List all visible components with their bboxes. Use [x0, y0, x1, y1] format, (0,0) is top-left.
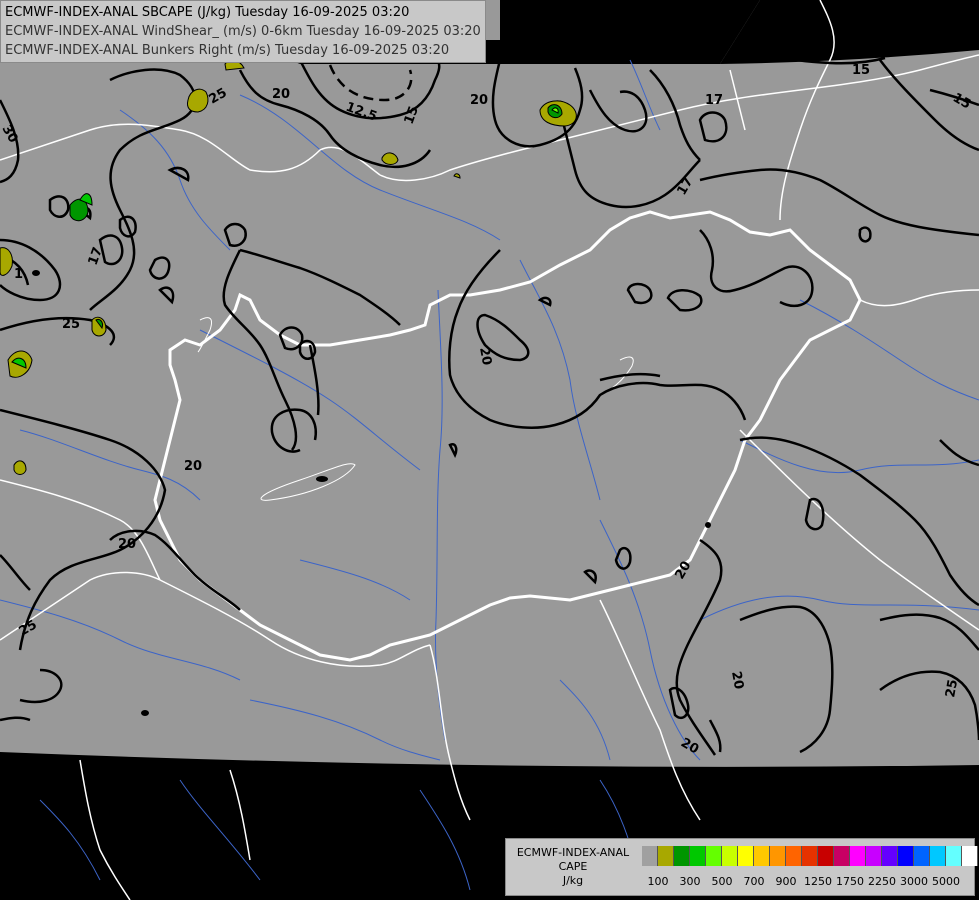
- legend-swatch: [898, 846, 914, 866]
- legend-swatch: [706, 846, 722, 866]
- legend-label-unit: J/kg: [562, 874, 584, 887]
- legend-tick-label: 2250: [868, 875, 896, 888]
- contour-label: 20: [470, 93, 488, 108]
- header-line-sbcape: ECMWF-INDEX-ANAL SBCAPE (J/kg) Tuesday 1…: [5, 5, 410, 20]
- contour-label: 20: [272, 87, 290, 102]
- contour-label: 25: [62, 317, 80, 332]
- outside-top-left: [500, 0, 760, 64]
- legend-swatch: [930, 846, 946, 866]
- contour-label: 20: [728, 670, 746, 690]
- legend-swatch: [818, 846, 834, 866]
- legend-swatch: [738, 846, 754, 866]
- legend-label-model: ECMWF-INDEX-ANAL: [516, 846, 630, 859]
- header-line-bunkers: ECMWF-INDEX-ANAL Bunkers Right (m/s) Tue…: [5, 43, 450, 58]
- map-header: ECMWF-INDEX-ANAL SBCAPE (J/kg) Tuesday 1…: [0, 0, 486, 63]
- legend-swatch: [946, 846, 962, 866]
- legend-swatch: [866, 846, 882, 866]
- legend-ticks: 100 300 500 700 900 1250 1750 2250 3000 5000: [642, 875, 976, 889]
- legend-swatch: [882, 846, 898, 866]
- legend-label: ECMWF-INDEX-ANAL CAPE J/kg: [506, 846, 640, 888]
- legend-swatch: [770, 846, 786, 866]
- contour-label: 17: [705, 93, 723, 108]
- legend-tick-label: 1750: [836, 875, 864, 888]
- legend-tick-label: 900: [775, 875, 797, 888]
- legend-swatch: [802, 846, 818, 866]
- legend-tick-label: 500: [711, 875, 733, 888]
- legend-swatch: [690, 846, 706, 866]
- contour-label: 20: [476, 346, 494, 366]
- legend-swatch: [754, 846, 770, 866]
- legend-swatch: [850, 846, 866, 866]
- legend-tick-label: 1250: [804, 875, 832, 888]
- legend-swatch: [834, 846, 850, 866]
- legend-swatch: [786, 846, 802, 866]
- header-line-windshear: ECMWF-INDEX-ANAL WindShear_ (m/s) 0-6km …: [5, 24, 481, 39]
- contour-label: 15: [852, 63, 870, 78]
- weather-map: 30 25 20 12.5 15 20 17 15 15 17 17 1 25 …: [0, 0, 979, 900]
- legend-tick-label: 100: [647, 875, 669, 888]
- legend-tick-label: 3000: [900, 875, 928, 888]
- legend-tick-label: 700: [743, 875, 765, 888]
- legend-swatch: [722, 846, 738, 866]
- legend-tick-label: 5000: [932, 875, 960, 888]
- legend-tick-label: 300: [679, 875, 701, 888]
- contour-label: 20: [184, 459, 202, 474]
- contour-label: 20: [118, 537, 136, 552]
- legend-label-param: CAPE: [558, 860, 588, 873]
- legend-swatch: [962, 846, 978, 866]
- contour-label: 25: [943, 678, 961, 698]
- legend-swatch: [674, 846, 690, 866]
- contour-label: 1: [14, 267, 23, 282]
- legend-swatch: [914, 846, 930, 866]
- legend-swatch: [658, 846, 674, 866]
- legend-swatch: [642, 846, 658, 866]
- cape-legend: ECMWF-INDEX-ANAL CAPE J/kg 100 300 500 700 9…: [505, 838, 978, 896]
- legend-color-bar: [642, 846, 978, 866]
